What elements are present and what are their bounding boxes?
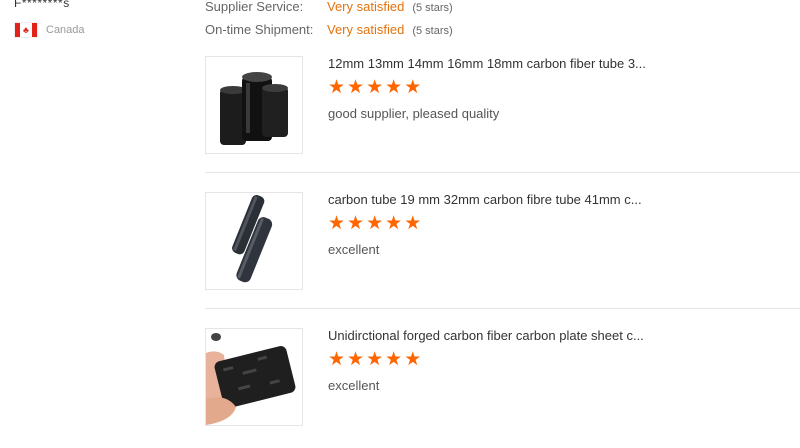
reviewer-info: F********s bbox=[14, 0, 70, 12]
star-icon: ★ bbox=[328, 213, 346, 234]
star-icon: ★ bbox=[328, 349, 346, 370]
star-icon: ★ bbox=[366, 213, 384, 234]
star-icon: ★ bbox=[347, 77, 365, 98]
rating-label: On-time Shipment: bbox=[205, 22, 314, 37]
rating-on-time-shipment: On-time Shipment: Very satisfied (5 star… bbox=[205, 22, 453, 37]
review-comment: excellent bbox=[328, 378, 380, 393]
star-rating: ★ ★ ★ ★ ★ bbox=[328, 214, 421, 233]
rating-supplier-service: Supplier Service: Very satisfied (5 star… bbox=[205, 0, 453, 14]
star-icon: ★ bbox=[366, 349, 384, 370]
product-thumbnail[interactable] bbox=[205, 192, 303, 290]
star-icon: ★ bbox=[385, 349, 403, 370]
reviewer-name: F********s bbox=[14, 0, 70, 10]
star-icon: ★ bbox=[347, 349, 365, 370]
star-icon: ★ bbox=[385, 213, 403, 234]
product-thumbnail[interactable] bbox=[205, 328, 303, 426]
product-review: 12mm 13mm 14mm 16mm 18mm carbon fiber tu… bbox=[205, 56, 800, 176]
star-rating: ★ ★ ★ ★ ★ bbox=[328, 78, 421, 97]
rating-value: Very satisfied bbox=[327, 22, 405, 37]
product-title-link[interactable]: carbon tube 19 mm 32mm carbon fibre tube… bbox=[328, 192, 642, 207]
product-thumbnail[interactable] bbox=[205, 56, 303, 154]
divider bbox=[205, 308, 800, 309]
rating-value: Very satisfied bbox=[327, 0, 405, 14]
star-icon: ★ bbox=[366, 77, 384, 98]
review-comment: good supplier, pleased quality bbox=[328, 106, 500, 121]
rating-label: Supplier Service: bbox=[205, 0, 304, 14]
star-icon: ★ bbox=[404, 349, 422, 370]
product-title-link[interactable]: 12mm 13mm 14mm 16mm 18mm carbon fiber tu… bbox=[328, 56, 646, 71]
country-name: Canada bbox=[46, 24, 85, 36]
star-icon: ★ bbox=[328, 77, 346, 98]
product-review: Unidirctional forged carbon fiber carbon… bbox=[205, 328, 800, 448]
review-comment: excellent bbox=[328, 242, 380, 257]
star-icon: ★ bbox=[347, 213, 365, 234]
rating-stars-text: (5 stars) bbox=[412, 25, 453, 37]
star-icon: ★ bbox=[385, 77, 403, 98]
star-icon: ★ bbox=[404, 213, 422, 234]
canada-flag-icon: ♣ bbox=[14, 22, 38, 38]
star-rating: ★ ★ ★ ★ ★ bbox=[328, 350, 421, 369]
product-review: carbon tube 19 mm 32mm carbon fibre tube… bbox=[205, 192, 800, 312]
rating-stars-text: (5 stars) bbox=[412, 2, 453, 14]
star-icon: ★ bbox=[404, 77, 422, 98]
reviewer-country: ♣ Canada bbox=[14, 22, 85, 38]
divider bbox=[205, 172, 800, 173]
product-title-link[interactable]: Unidirctional forged carbon fiber carbon… bbox=[328, 328, 644, 343]
